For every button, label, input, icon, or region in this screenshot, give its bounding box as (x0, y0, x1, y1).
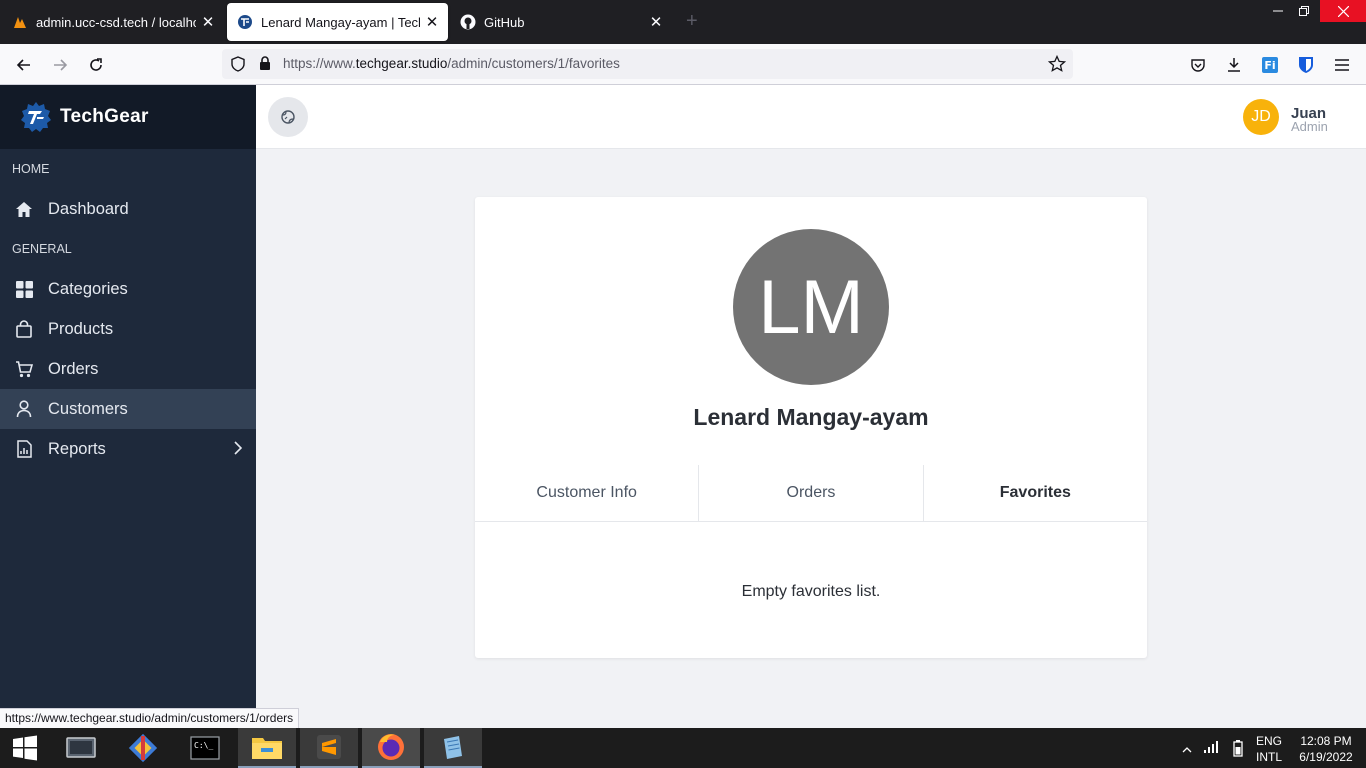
home-icon (15, 200, 33, 218)
bookmark-star-icon[interactable] (1047, 54, 1067, 78)
sidebar-item-label: Dashboard (48, 199, 129, 218)
browser-tab-techgear[interactable]: Lenard Mangay-ayam | TechGear ✕ (227, 3, 448, 41)
globe-icon (281, 110, 295, 124)
bitwarden-icon[interactable] (1293, 52, 1319, 78)
browser-tab-github[interactable]: GitHub ✕ (450, 3, 672, 41)
user-icon (15, 400, 33, 418)
tab-customer-info[interactable]: Customer Info (475, 465, 700, 521)
status-link-preview: https://www.techgear.studio/admin/custom… (0, 708, 300, 728)
tab-orders[interactable]: Orders (699, 465, 924, 521)
sidebar-item-label: Reports (48, 439, 106, 458)
firefox-icon[interactable] (362, 728, 420, 768)
browser-nav-bar: https://www.techgear.studio/admin/custom… (0, 44, 1366, 85)
network-signal-icon[interactable] (1203, 740, 1219, 759)
extension-f-icon[interactable]: Fi (1257, 52, 1283, 78)
sidebar-item-reports[interactable]: Reports (0, 429, 256, 469)
language-code: ENG (1255, 734, 1282, 748)
section-title-general: GENERAL (12, 242, 72, 256)
sidebar-item-label: Orders (48, 359, 99, 378)
section-title-home: HOME (12, 162, 50, 176)
tab-title: Lenard Mangay-ayam | TechGear (261, 14, 420, 30)
keyboard-layout: INTL (1255, 750, 1282, 764)
shopping-bag-icon (15, 320, 33, 338)
sidebar-item-label: Customers (48, 399, 128, 418)
sidebar-item-dashboard[interactable]: Dashboard (0, 189, 256, 229)
sidebar-toggle-button[interactable] (268, 97, 308, 137)
reload-icon[interactable] (83, 52, 109, 78)
empty-favorites-message: Empty favorites list. (741, 583, 881, 600)
sidebar-item-orders[interactable]: Orders (0, 349, 256, 389)
sidebar-item-label: Categories (48, 279, 128, 298)
chevron-right-icon (234, 441, 243, 460)
customer-name: Lenard Mangay-ayam (693, 404, 929, 430)
notepad-icon[interactable] (424, 728, 482, 768)
file-explorer-icon[interactable] (238, 728, 296, 768)
pocket-icon[interactable] (1185, 52, 1211, 78)
sidebar: TechGear HOME Dashboard GENERAL Categori… (0, 85, 256, 728)
menu-icon[interactable] (1329, 52, 1355, 78)
clock[interactable]: 12:08 PM 6/19/2022 (1290, 733, 1362, 765)
window-close-icon[interactable] (1320, 0, 1366, 22)
windows-taskbar: C:\_ ENG INTL 12:08 PM 6/19/2022 (0, 728, 1366, 768)
svg-text:C:\_: C:\_ (194, 741, 213, 750)
sidebar-item-categories[interactable]: Categories (0, 269, 256, 309)
svg-text:Fi: Fi (1264, 59, 1275, 72)
phpmyadmin-icon (12, 14, 28, 30)
new-tab-button[interactable]: + (686, 10, 698, 33)
tab-favorites[interactable]: Favorites (924, 465, 1147, 521)
techgear-icon (237, 14, 253, 30)
git-icon[interactable] (114, 728, 172, 768)
user-avatar[interactable]: JD (1243, 99, 1279, 135)
brand[interactable]: TechGear (0, 85, 256, 149)
customer-avatar: LM (733, 229, 889, 385)
brand-name: TechGear (60, 106, 149, 127)
close-tab-icon[interactable]: ✕ (648, 13, 664, 31)
start-icon[interactable] (0, 728, 50, 768)
close-tab-icon[interactable]: ✕ (424, 13, 440, 31)
sidebar-item-products[interactable]: Products (0, 309, 256, 349)
cart-icon (15, 360, 33, 378)
tray-chevron-up-icon[interactable] (1182, 741, 1192, 759)
terminal-icon[interactable]: C:\_ (176, 728, 234, 768)
back-icon[interactable] (11, 52, 37, 78)
tracking-shield-icon[interactable] (230, 56, 246, 77)
clock-date: 6/19/2022 (1299, 750, 1353, 764)
browser-tab-phpmyadmin[interactable]: admin.ucc-csd.tech / localhost ✕ (2, 3, 224, 41)
sidebar-item-customers[interactable]: Customers (0, 389, 256, 429)
user-role: Admin (1291, 119, 1328, 134)
url-text[interactable]: https://www.techgear.studio/admin/custom… (283, 56, 620, 71)
minimize-icon[interactable] (1266, 0, 1290, 22)
browser-tab-bar: admin.ucc-csd.tech / localhost ✕ Lenard … (0, 0, 1366, 44)
forward-icon[interactable] (47, 52, 73, 78)
sidebar-item-label: Products (48, 319, 114, 338)
top-header: JD Juan Admin (256, 85, 1366, 149)
battery-icon[interactable] (1233, 739, 1243, 762)
customer-tabs: Customer Info Orders Favorites (475, 465, 1147, 522)
restore-icon[interactable] (1292, 0, 1316, 22)
sublime-text-icon[interactable] (300, 728, 358, 768)
close-tab-icon[interactable]: ✕ (200, 13, 216, 31)
download-icon[interactable] (1221, 52, 1247, 78)
task-view-icon[interactable] (52, 728, 110, 768)
grid-icon (15, 280, 33, 298)
clock-time: 12:08 PM (1300, 734, 1352, 748)
language-indicator[interactable]: ENG INTL (1252, 733, 1286, 765)
tab-title: GitHub (484, 14, 525, 30)
url-bar[interactable]: https://www.techgear.studio/admin/custom… (222, 49, 1073, 79)
lock-icon[interactable] (257, 55, 273, 76)
techgear-logo-icon (21, 102, 51, 132)
github-icon (460, 14, 476, 30)
tab-title: admin.ucc-csd.tech / localhost (36, 14, 196, 30)
report-icon (15, 440, 33, 458)
customer-card: LM Lenard Mangay-ayam Customer Info Orde… (475, 197, 1147, 658)
